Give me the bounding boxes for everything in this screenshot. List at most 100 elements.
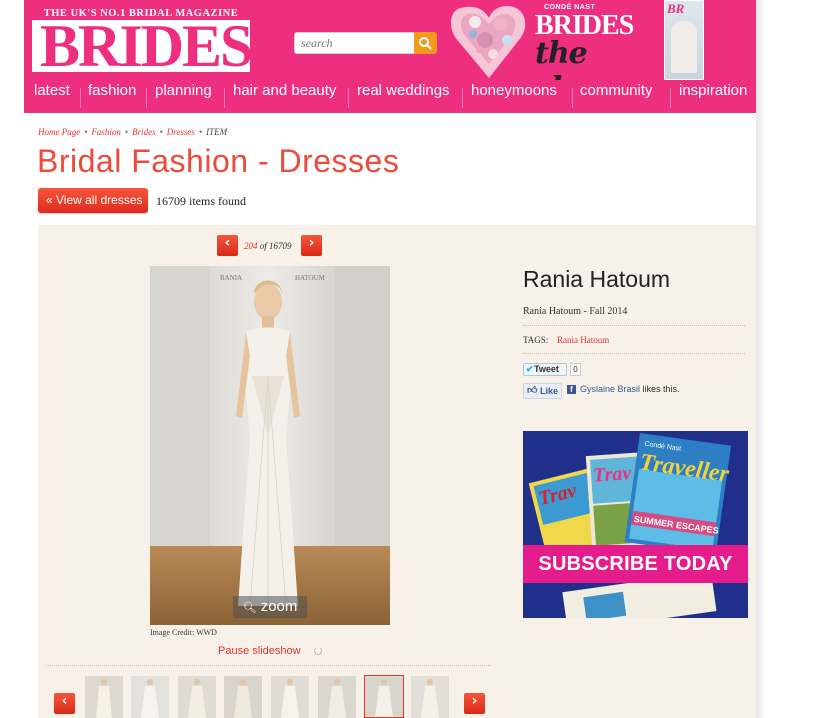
search-button[interactable] bbox=[414, 32, 437, 54]
nav-item-hair-and-beauty[interactable]: hair and beauty bbox=[233, 82, 336, 113]
next-item-button[interactable]: › bbox=[301, 235, 322, 256]
thumbnail[interactable] bbox=[271, 676, 309, 718]
main-nav: latest fashion planning hair and beauty … bbox=[24, 82, 756, 113]
image-credit: Image Credit: WWD bbox=[150, 628, 217, 637]
facebook-likes-text: Gyslaine Brasil likes this. bbox=[580, 384, 680, 394]
thumbs-previous-button[interactable]: ‹ bbox=[54, 693, 75, 714]
breadcrumb-separator: • bbox=[159, 127, 163, 137]
thumbnail-image bbox=[85, 676, 123, 718]
subscribe-advert[interactable]: Trav Trav Condé Nast Traveller SUMMER ES… bbox=[523, 431, 748, 618]
page-title: Bridal Fashion - Dresses bbox=[37, 143, 400, 179]
nav-divider bbox=[146, 88, 147, 108]
tweet-button[interactable]: ✔ Tweet bbox=[523, 363, 567, 376]
svg-text:Trav: Trav bbox=[592, 462, 633, 487]
chevron-left-icon: ‹ bbox=[224, 235, 231, 251]
divider bbox=[523, 325, 745, 326]
nav-item-honeymoons[interactable]: honeymoons bbox=[471, 82, 557, 113]
tags-label: TAGS: bbox=[523, 335, 549, 345]
nav-item-latest[interactable]: latest bbox=[34, 82, 70, 113]
search-box bbox=[294, 32, 416, 54]
breadcrumb-brides[interactable]: Brides bbox=[132, 127, 156, 137]
brides-the-show-banner[interactable]: CONDÉ NAST BRIDES the show bbox=[449, 0, 659, 80]
traveller-magazines-graphic: Trav Trav Condé Nast Traveller SUMMER ES… bbox=[523, 431, 748, 618]
breadcrumb-home[interactable]: Home Page bbox=[38, 127, 80, 137]
thumbnail[interactable] bbox=[178, 676, 216, 718]
search-input[interactable] bbox=[295, 33, 415, 53]
facebook-icon: f bbox=[567, 385, 576, 394]
zoom-label: zoom bbox=[260, 598, 298, 615]
chevron-left-icon: ‹ bbox=[61, 693, 68, 709]
divider bbox=[46, 665, 491, 666]
tweet-label: Tweet bbox=[534, 364, 559, 374]
pause-slideshow-link[interactable]: Pause slideshow bbox=[218, 645, 301, 657]
like-label: Like bbox=[540, 386, 559, 396]
page-shadow bbox=[756, 0, 766, 718]
breadcrumb: Home Page • Fashion • Brides • Dresses • ITEM bbox=[38, 127, 227, 137]
nav-divider bbox=[348, 88, 349, 108]
magazine-cover-thumbnail[interactable]: BR bbox=[664, 0, 704, 80]
search-icon bbox=[419, 37, 432, 50]
logo-text: BRIDES bbox=[40, 13, 253, 79]
twitter-bird-icon: ✔ bbox=[526, 364, 534, 374]
chevron-right-icon: › bbox=[471, 693, 478, 709]
nav-item-planning[interactable]: planning bbox=[155, 82, 212, 113]
breadcrumb-current: ITEM bbox=[206, 127, 228, 137]
breadcrumb-fashion[interactable]: Fashion bbox=[91, 127, 121, 137]
pager-total: of 16709 bbox=[259, 241, 292, 251]
thumbnail-image bbox=[318, 676, 356, 718]
view-all-dresses-button[interactable]: « View all dresses bbox=[38, 188, 148, 213]
thumbnail-image bbox=[411, 676, 449, 718]
thumbnail-active[interactable] bbox=[364, 675, 404, 718]
thumbnail[interactable] bbox=[318, 676, 356, 718]
tag-link[interactable]: Rania Hatoum bbox=[557, 335, 609, 345]
cover-masthead-text: BR bbox=[667, 1, 685, 16]
subscribe-today-label[interactable]: SUBSCRIBE TODAY bbox=[523, 545, 748, 583]
site-header: BRIDES THE UK'S NO.1 BRIDAL MAGAZINE sea… bbox=[24, 0, 756, 82]
pager-current: 204 bbox=[244, 241, 258, 251]
dress-photo-illustration: RANIA HATOUM bbox=[150, 266, 390, 625]
divider bbox=[523, 353, 745, 354]
nav-divider bbox=[572, 88, 573, 108]
nav-item-inspiration[interactable]: inspiration bbox=[679, 82, 747, 113]
thumbnail[interactable] bbox=[85, 676, 123, 718]
designer-name: Rania Hatoum bbox=[523, 266, 671, 292]
thumbnail[interactable] bbox=[131, 676, 169, 718]
dress-photo[interactable]: RANIA HATOUM bbox=[150, 266, 390, 625]
collection-name: Rania Hatoum - Fall 2014 bbox=[523, 306, 628, 317]
thumbs-next-button[interactable]: › bbox=[464, 693, 485, 714]
breadcrumb-separator: • bbox=[84, 127, 88, 137]
magnifier-icon: 🔍︎ bbox=[242, 602, 257, 614]
chevron-right-icon: › bbox=[308, 235, 315, 251]
nav-item-community[interactable]: community bbox=[580, 82, 653, 113]
show-banner-subtitle: the show bbox=[535, 36, 617, 80]
nav-divider bbox=[224, 88, 225, 108]
nav-divider bbox=[462, 88, 463, 108]
facebook-like-button[interactable]: 👍︎ Like bbox=[523, 383, 562, 399]
facebook-friend-name[interactable]: Gyslaine Brasil bbox=[580, 384, 640, 394]
breadcrumb-separator: • bbox=[124, 127, 129, 137]
nav-item-fashion[interactable]: fashion bbox=[88, 82, 136, 113]
zoom-button[interactable]: 🔍︎ zoom bbox=[233, 596, 307, 618]
thumbnail-image bbox=[131, 676, 169, 718]
breadcrumb-separator: • bbox=[198, 127, 203, 137]
thumbnail-image bbox=[365, 676, 403, 717]
pager: 204 of 16709 bbox=[244, 241, 292, 251]
items-found-count: 16709 items found bbox=[156, 194, 246, 208]
svg-text:HATOUM: HATOUM bbox=[295, 274, 326, 282]
previous-item-button[interactable]: ‹ bbox=[217, 235, 238, 256]
svg-text:RANIA: RANIA bbox=[220, 274, 242, 282]
thumbnail-image bbox=[271, 676, 309, 718]
thumbnail[interactable] bbox=[224, 676, 262, 718]
facebook-likes-suffix: likes this. bbox=[640, 384, 680, 394]
thumbs-up-icon: 👍︎ bbox=[527, 385, 538, 396]
logo-tagline: THE UK'S NO.1 BRIDAL MAGAZINE bbox=[32, 7, 250, 20]
thumbnail-image bbox=[178, 676, 216, 718]
breadcrumb-dresses[interactable]: Dresses bbox=[167, 127, 195, 137]
loading-spinner-icon bbox=[314, 647, 322, 655]
thumbnail-image bbox=[224, 676, 262, 718]
nav-item-real-weddings[interactable]: real weddings bbox=[357, 82, 450, 113]
nav-divider bbox=[80, 88, 81, 108]
tweet-count: 0 bbox=[570, 363, 581, 376]
cover-model-figure bbox=[671, 21, 697, 73]
thumbnail[interactable] bbox=[411, 676, 449, 718]
